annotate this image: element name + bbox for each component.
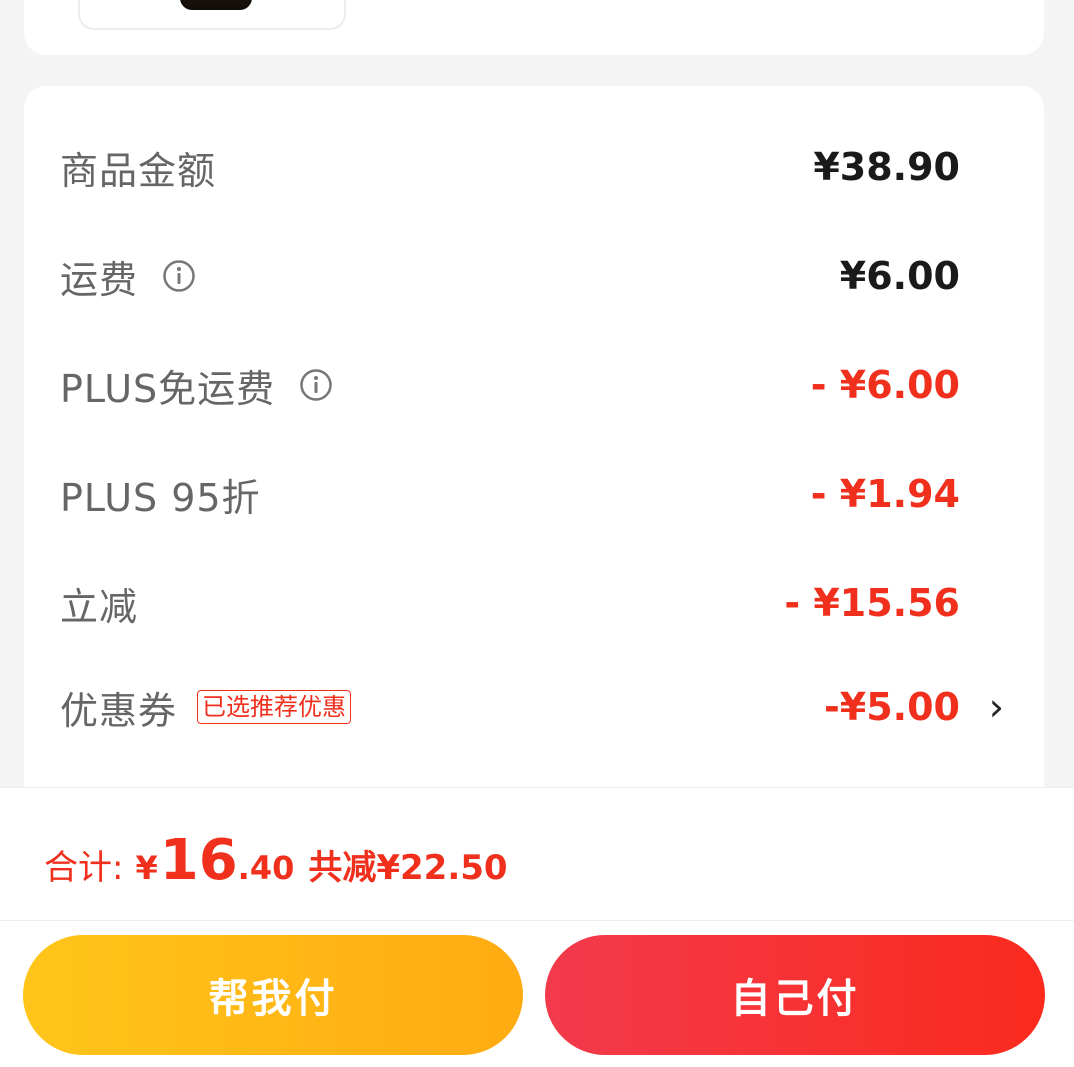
chevron-right-icon[interactable]: › xyxy=(989,685,1004,729)
instant-discount-value: - ¥15.56 xyxy=(784,581,960,625)
subtotal-label: 商品金额 xyxy=(60,148,217,193)
info-icon[interactable] xyxy=(162,259,196,293)
help-pay-button[interactable]: 帮我付 xyxy=(23,935,523,1055)
plus-discount-row: PLUS 95折 - ¥1.94 xyxy=(60,464,960,524)
total-integer: 16 xyxy=(159,828,238,893)
info-icon[interactable] xyxy=(299,368,333,402)
coupon-row[interactable]: 优惠券 已选推荐优惠 -¥5.00 › xyxy=(60,677,1004,737)
divider xyxy=(0,920,1074,921)
plus-discount-value: - ¥1.94 xyxy=(810,472,960,516)
checkout-bar: 合计: ¥ 16 .40 共减¥22.50 帮我付 自己付 xyxy=(0,787,1074,1067)
product-image xyxy=(180,0,252,10)
plus-free-shipping-value: - ¥6.00 xyxy=(810,363,960,407)
product-thumbnail[interactable] xyxy=(78,0,346,30)
shipping-row: 运费 ¥6.00 xyxy=(60,246,960,306)
plus-free-shipping-label: PLUS免运费 xyxy=(60,366,276,411)
instant-discount-row: 立减 - ¥15.56 xyxy=(60,573,960,633)
total-saved: 共减¥22.50 xyxy=(308,848,508,888)
total-label: 合计: xyxy=(44,848,124,888)
product-card xyxy=(24,0,1044,55)
shipping-label: 运费 xyxy=(60,257,139,302)
instant-discount-label: 立减 xyxy=(60,584,139,629)
coupon-label: 优惠券 xyxy=(60,688,178,733)
subtotal-row: 商品金额 ¥38.90 xyxy=(60,137,960,197)
price-summary-card: 商品金额 ¥38.90 运费 ¥6.00 PLUS免运费 - ¥6.00 PLU… xyxy=(24,86,1044,846)
total-line: 合计: ¥ 16 .40 共减¥22.50 xyxy=(44,828,508,893)
self-pay-button[interactable]: 自己付 xyxy=(545,935,1045,1055)
plus-free-shipping-row: PLUS免运费 - ¥6.00 xyxy=(60,355,960,415)
total-decimal: .40 xyxy=(237,849,295,887)
coupon-recommended-tag: 已选推荐优惠 xyxy=(197,689,352,725)
coupon-value: -¥5.00 xyxy=(824,685,960,729)
shipping-value: ¥6.00 xyxy=(839,254,960,298)
total-currency: ¥ xyxy=(135,849,158,887)
plus-discount-label: PLUS 95折 xyxy=(60,475,261,520)
subtotal-value: ¥38.90 xyxy=(813,145,960,189)
